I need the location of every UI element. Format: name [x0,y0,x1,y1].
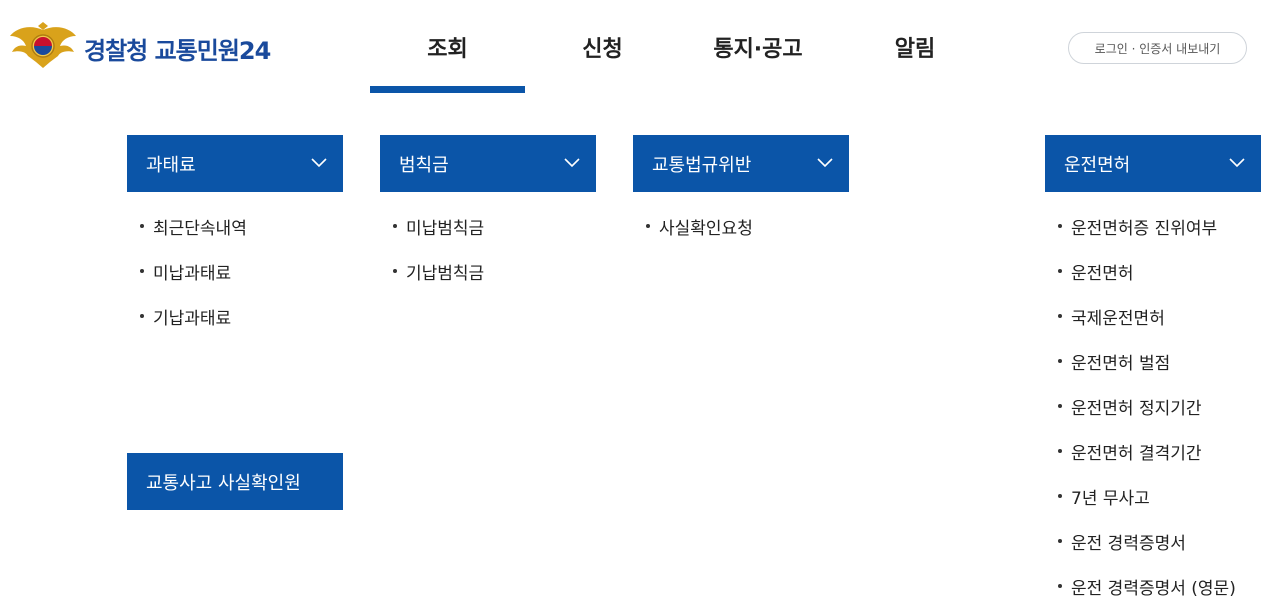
nav-tab-alerts[interactable]: 알림 [845,0,985,93]
chevron-down-icon [564,158,580,168]
chevron-down-icon [817,158,833,168]
submenu-item[interactable]: 국제운전면허 [1058,304,1236,349]
submenu-item[interactable]: 운전 경력증명서 (영문) [1058,574,1236,614]
submenu-item[interactable]: 기납범칙금 [393,259,484,304]
submenu-item[interactable]: 7년 무사고 [1058,484,1236,529]
logo-text: 경찰청 교통민원24 [84,36,271,65]
violation-submenu: 사실확인요청 [646,214,753,259]
chevron-down-icon [311,158,327,168]
fine-submenu: 최근단속내역 미납과태료 기납과태료 [140,214,247,349]
submenu-item[interactable]: 운전면허 결격기간 [1058,439,1236,484]
category-title: 과태료 [146,154,196,176]
category-title: 교통사고 사실확인원 [146,472,301,494]
category-accident-certificate[interactable]: 교통사고 사실확인원 [127,453,343,510]
category-fine[interactable]: 과태료 [127,135,343,192]
submenu-item[interactable]: 운전면허 [1058,259,1236,304]
category-penalty[interactable]: 범칙금 [380,135,596,192]
login-button[interactable]: 로그인 · 인증서 내보내기 [1068,32,1247,64]
nav-tab-inquiry[interactable]: 조회 [370,0,525,93]
nav-tab-application[interactable]: 신청 [525,0,680,93]
category-title: 교통법규위반 [652,154,752,176]
submenu-item[interactable]: 운전 경력증명서 [1058,529,1236,574]
police-emblem-icon [10,22,76,68]
submenu-item[interactable]: 미납범칙금 [393,214,484,259]
category-title: 운전면허 [1064,154,1131,176]
category-traffic-violation[interactable]: 교통법규위반 [633,135,849,192]
submenu-item[interactable]: 기납과태료 [140,304,247,349]
penalty-submenu: 미납범칙금 기납범칙금 [393,214,484,304]
category-driver-license[interactable]: 운전면허 [1045,135,1261,192]
chevron-down-icon [1229,158,1245,168]
submenu-item[interactable]: 사실확인요청 [646,214,753,259]
submenu-item[interactable]: 미납과태료 [140,259,247,304]
license-submenu: 운전면허증 진위여부 운전면허 국제운전면허 운전면허 벌점 운전면허 정지기간… [1058,214,1236,614]
submenu-item[interactable]: 운전면허 벌점 [1058,349,1236,394]
submenu-item[interactable]: 운전면허 정지기간 [1058,394,1236,439]
category-title: 범칙금 [399,154,449,176]
submenu-item[interactable]: 최근단속내역 [140,214,247,259]
submenu-item[interactable]: 운전면허증 진위여부 [1058,214,1236,259]
nav-tab-notice[interactable]: 통지·공고 [688,0,828,93]
site-logo[interactable]: 경찰청 교통민원24 [8,22,271,74]
